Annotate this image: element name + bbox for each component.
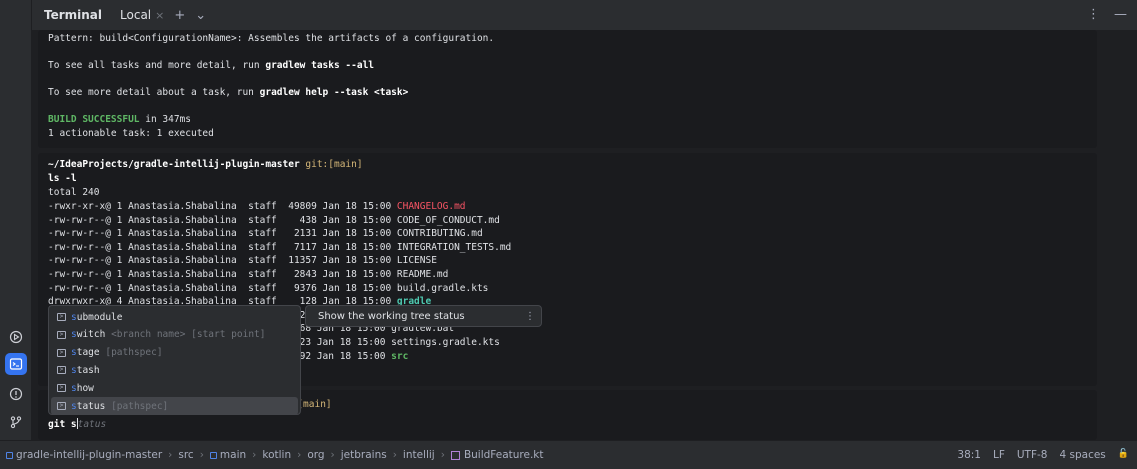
module-icon <box>6 451 13 459</box>
terminal-command-icon: > <box>57 348 66 357</box>
breadcrumb-item[interactable]: org <box>307 449 324 461</box>
file-meta: -rw-rw-r--@ 1 Anastasia.Shabalina staff … <box>48 269 397 280</box>
file-meta: -rwxr-xr-x@ 1 Anastasia.Shabalina staff … <box>48 201 397 212</box>
breadcrumb-item[interactable]: main <box>209 449 246 461</box>
problems-icon[interactable] <box>5 383 27 405</box>
breadcrumb-item[interactable]: kotlin <box>262 449 291 461</box>
completion-label: witch <box>76 329 106 341</box>
completion-hint: <branch name> [start point] <box>105 329 266 341</box>
terminal-command-icon: > <box>57 402 66 410</box>
file-meta: -rw-rw-r--@ 1 Anastasia.Shabalina staff … <box>48 241 397 253</box>
terminal-command-icon: > <box>57 384 66 393</box>
chevron-down-icon[interactable]: ⌄ <box>195 8 206 23</box>
file-name[interactable]: build.gradle.kts <box>397 283 489 294</box>
completion-item-show[interactable]: > s how <box>51 379 298 397</box>
file-name[interactable]: CODE_OF_CONDUCT.md <box>397 215 500 226</box>
more-options-icon[interactable]: ⋮ <box>1087 7 1100 22</box>
status-bar: gradle-intellij-plugin-master › src › main › k… <box>0 440 1137 469</box>
run-icon[interactable] <box>5 326 27 348</box>
terminal-command-icon: > <box>57 366 66 375</box>
file-row: -rw-rw-r--@ 1 Anastasia.Shabalina staff … <box>48 268 448 282</box>
command-input[interactable]: git status <box>48 418 106 432</box>
file-name[interactable]: CHANGELOG.md <box>397 201 466 212</box>
more-options-icon[interactable]: ⋮ <box>525 311 535 322</box>
command-text: ls -l <box>48 173 77 184</box>
completion-item-stage[interactable]: > s tage [pathspec] <box>51 344 298 362</box>
breadcrumb-separator: › <box>252 449 257 461</box>
tooltip-text: Show the working tree status <box>318 310 465 322</box>
line-ending[interactable]: LF <box>993 449 1005 461</box>
breadcrumb-item[interactable]: BuildFeature.kt <box>450 449 544 461</box>
completion-label: ubmodule <box>76 311 123 323</box>
output-line: Pattern: build<ConfigurationName>: Assem… <box>48 33 495 44</box>
file-row: -rwxr-xr-x@ 1 Anastasia.Shabalina staff … <box>48 200 466 214</box>
kotlin-file-icon <box>450 450 460 460</box>
file-row: -rw-rw-r--@ 1 Anastasia.Shabalina staff … <box>48 254 437 268</box>
lock-icon[interactable]: 🔓 <box>1118 449 1129 461</box>
completion-label: tash <box>76 364 100 376</box>
breadcrumb-item[interactable]: jetbrains <box>341 449 387 461</box>
completion-label: tage <box>76 347 100 359</box>
prompt-path: ~/IdeaProjects/gradle-intellij-plugin-ma… <box>48 159 363 170</box>
minimize-icon[interactable]: — <box>1114 7 1127 22</box>
close-icon[interactable]: × <box>155 9 164 22</box>
build-status: BUILD SUCCESSFUL in 347ms <box>48 114 191 125</box>
breadcrumb-separator: › <box>199 449 204 461</box>
module-icon <box>209 451 217 459</box>
indent-setting[interactable]: 4 spaces <box>1059 449 1105 461</box>
completion-label: tatus <box>76 400 106 412</box>
completion-item-switch[interactable]: > s witch <branch name> [start point] <box>51 326 298 344</box>
file-meta: -rw-rw-r--@ 1 Anastasia.Shabalina staff … <box>48 282 397 294</box>
breadcrumb-item[interactable]: intellij <box>403 449 435 461</box>
file-encoding[interactable]: UTF-8 <box>1017 449 1048 461</box>
autocomplete-ghost-text: tatus <box>77 419 107 430</box>
file-name[interactable]: src <box>391 351 408 362</box>
completion-item-status[interactable]: > s tatus [pathspec] <box>51 397 298 415</box>
breadcrumb-separator: › <box>330 449 335 461</box>
breadcrumb-separator: › <box>440 449 445 461</box>
breadcrumb: gradle-intellij-plugin-master › src › main › k… <box>6 449 544 461</box>
output-line: total 240 <box>48 187 100 198</box>
breadcrumb-separator: › <box>392 449 397 461</box>
terminal-command-icon: > <box>57 313 66 321</box>
tool-window-strip <box>0 0 32 440</box>
file-name[interactable]: settings.gradle.kts <box>391 337 500 348</box>
file-name[interactable]: README.md <box>397 269 448 280</box>
completion-item-stash[interactable]: > s tash <box>51 361 298 379</box>
completion-hint: [pathspec] <box>105 400 169 412</box>
terminal-title: Terminal <box>44 8 103 22</box>
output-line: To see all tasks and more detail, run gr… <box>48 60 375 71</box>
breadcrumb-item[interactable]: gradle-intellij-plugin-master <box>6 449 162 461</box>
file-meta: -rw-rw-r--@ 1 Anastasia.Shabalina staff … <box>48 214 397 226</box>
documentation-tooltip: Show the working tree status ⋮ <box>305 305 542 327</box>
completion-hint: [pathspec] <box>99 347 163 359</box>
completion-item-submodule[interactable]: > s ubmodule <box>51 308 298 326</box>
completion-label: how <box>76 382 94 394</box>
output-line: To see more detail about a task, run gra… <box>48 87 409 98</box>
breadcrumb-item[interactable]: src <box>178 449 193 461</box>
file-meta: -rw-rw-r--@ 1 Anastasia.Shabalina staff … <box>48 255 397 267</box>
file-name[interactable]: CONTRIBUTING.md <box>397 228 483 239</box>
breadcrumb-separator: › <box>168 449 173 461</box>
tab-local[interactable]: Local <box>120 8 151 22</box>
breadcrumb-separator: › <box>297 449 302 461</box>
git-icon[interactable] <box>5 411 27 433</box>
file-row: -rw-rw-r--@ 1 Anastasia.Shabalina staff … <box>48 241 511 255</box>
output-line: 1 actionable task: 1 executed <box>48 128 214 139</box>
file-meta: -rw-rw-r--@ 1 Anastasia.Shabalina staff … <box>48 228 397 240</box>
add-tab-icon[interactable]: + <box>174 8 185 23</box>
file-row: -rw-rw-r--@ 1 Anastasia.Shabalina staff … <box>48 214 500 228</box>
file-row: -rw-rw-r--@ 1 Anastasia.Shabalina staff … <box>48 227 483 241</box>
file-name[interactable]: LICENSE <box>397 255 437 266</box>
file-row: -rw-rw-r--@ 1 Anastasia.Shabalina staff … <box>48 282 488 296</box>
terminal-icon[interactable] <box>5 353 27 375</box>
caret-position[interactable]: 38:1 <box>957 449 981 461</box>
output-block-gradle: Pattern: build<ConfigurationName>: Assem… <box>38 30 1097 148</box>
terminal-header: Terminal Local × + ⌄ ⋮ — <box>32 0 1137 30</box>
completion-popup: > s ubmodule > s witch <branch name> [start p… <box>48 305 301 415</box>
terminal-command-icon: > <box>57 330 66 339</box>
file-name[interactable]: INTEGRATION_TESTS.md <box>397 242 511 253</box>
